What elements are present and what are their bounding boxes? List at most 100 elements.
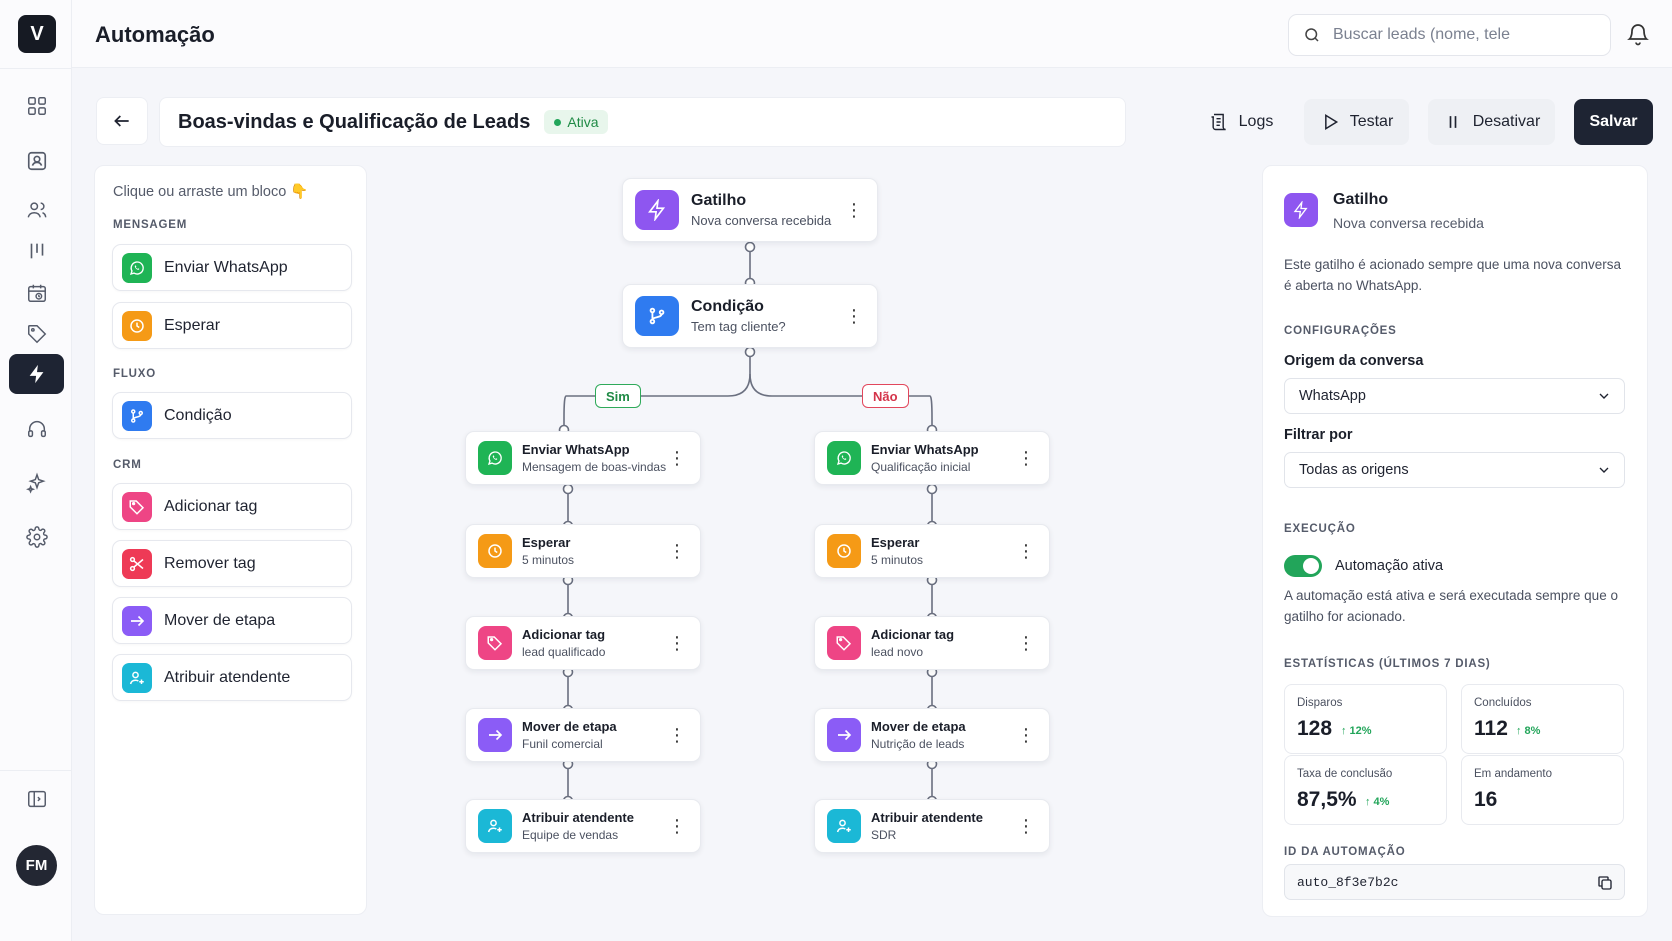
clock-icon [827,534,861,568]
section-id: ID DA AUTOMAÇÃO [1284,846,1406,858]
pipeline-icon[interactable] [9,231,64,271]
more-icon[interactable]: ⋮ [1017,542,1035,560]
panel-subtitle: Nova conversa recebida [1333,215,1484,231]
node-yes-assign-agent[interactable]: Atribuir atendente Equipe de vendas ⋮ [465,799,701,853]
more-icon[interactable]: ⋮ [1017,449,1035,467]
deactivate-label: Desativar [1472,113,1541,130]
more-icon[interactable]: ⋮ [1017,726,1035,744]
palette-block-label: Atribuir atendente [164,668,291,686]
bell-icon[interactable] [1626,22,1650,46]
app-logo[interactable]: V [18,15,56,53]
automation-name-field[interactable]: Boas-vindas e Qualificação de Leads Ativ… [159,97,1126,147]
toggle-label: Automação ativa [1335,558,1444,574]
logs-button[interactable]: Logs [1200,99,1282,145]
stats-grid: Disparos 128 ↑ 12% Concluídos 112 ↑ 8% Tax… [1284,684,1625,829]
filter-select[interactable]: Todas as origens [1284,452,1625,488]
automation-id: auto_8f3e7b2c [1297,874,1399,890]
tag-icon[interactable] [9,314,64,354]
panel-description: Este gatilho é acionado sempre que uma n… [1284,257,1621,293]
save-button[interactable]: Salvar [1574,99,1653,145]
node-yes-send-whatsapp[interactable]: Enviar WhatsApp Mensagem de boas-vindas ⋮ [465,431,701,485]
node-title: Adicionar tag [522,627,606,642]
chevron-down-icon [1599,393,1609,399]
stat-delta-value: 8% [1524,725,1541,737]
user-plus-icon [122,662,152,693]
palette-block-remove-tag[interactable]: Remover tag [112,540,352,587]
node-yes-add-tag[interactable]: Adicionar tag lead qualificado ⋮ [465,616,701,670]
sparkles-icon[interactable] [9,463,64,503]
palette-block-assign-agent[interactable]: Atribuir atendente [112,654,352,701]
more-icon[interactable]: ⋮ [845,307,863,325]
node-no-move-stage[interactable]: Mover de etapa Nutrição de leads ⋮ [814,708,1050,762]
stat-value: 112 [1474,717,1508,740]
node-subtitle: Funil comercial [522,737,603,751]
arrow-right-icon [122,605,152,636]
users-icon[interactable] [9,190,64,230]
stat-delta: ↑ 12% [1341,725,1372,737]
flow-canvas[interactable]: Gatilho Nova conversa recebida ⋮ Condiçã… [380,160,1250,920]
node-title: Esperar [522,535,571,550]
origin-select[interactable]: WhatsApp [1284,378,1625,414]
more-icon[interactable]: ⋮ [1017,817,1035,835]
tag-icon [478,626,512,660]
palette-block-condition[interactable]: Condição [112,392,352,439]
palette-block-wait[interactable]: Esperar [112,302,352,349]
stat-label: Disparos [1297,697,1343,709]
play-icon [1324,113,1338,131]
dashboard-icon[interactable] [9,86,64,126]
more-icon[interactable]: ⋮ [1017,634,1035,652]
palette-block-send-whatsapp[interactable]: Enviar WhatsApp [112,244,352,291]
node-no-send-whatsapp[interactable]: Enviar WhatsApp Qualificação inicial ⋮ [814,431,1050,485]
search-input[interactable] [1333,26,1573,44]
status-badge: Ativa [544,110,609,134]
node-condition[interactable]: Condição Tem tag cliente? ⋮ [622,284,878,348]
more-icon[interactable]: ⋮ [668,449,686,467]
user-plus-icon [827,809,861,843]
more-icon[interactable]: ⋮ [668,726,686,744]
node-subtitle: Mensagem de boas-vindas [522,460,667,474]
user-avatar[interactable]: FM [16,845,57,886]
branch-icon [122,400,152,431]
calendar-icon[interactable] [9,273,64,313]
node-subtitle: lead novo [871,645,924,659]
node-no-wait[interactable]: Esperar 5 minutos ⋮ [814,524,1050,578]
deactivate-button[interactable]: Desativar [1428,99,1555,145]
stat-label: Em andamento [1474,768,1552,780]
automation-icon[interactable] [9,354,64,394]
automation-toggle[interactable] [1284,555,1322,577]
copy-icon[interactable] [1596,874,1614,892]
panel-title: Gatilho [1333,191,1389,208]
node-subtitle: Nutrição de leads [871,737,965,751]
page-title: Automação [95,22,215,47]
status-label: Ativa [567,114,599,130]
node-title: Mover de etapa [871,719,966,734]
branch-no-label: Não [862,384,909,408]
more-icon[interactable]: ⋮ [845,201,863,219]
contacts-icon[interactable] [9,141,64,181]
back-button[interactable] [96,97,148,145]
node-trigger[interactable]: Gatilho Nova conversa recebida ⋮ [622,178,878,242]
node-title: Atribuir atendente [522,810,634,825]
palette-block-move-stage[interactable]: Mover de etapa [112,597,352,644]
save-label: Salvar [1589,113,1638,130]
more-icon[interactable]: ⋮ [668,817,686,835]
node-no-add-tag[interactable]: Adicionar tag lead novo ⋮ [814,616,1050,670]
search-box[interactable] [1288,14,1611,56]
whatsapp-icon [827,441,861,475]
test-button[interactable]: Testar [1304,99,1409,145]
more-icon[interactable]: ⋮ [668,634,686,652]
arrow-up-icon: ↑ [1365,796,1371,808]
node-no-assign-agent[interactable]: Atribuir atendente SDR ⋮ [814,799,1050,853]
arrow-left-icon [114,115,129,127]
node-yes-wait[interactable]: Esperar 5 minutos ⋮ [465,524,701,578]
collapse-sidebar-icon[interactable] [9,779,64,819]
automation-id-field[interactable]: auto_8f3e7b2c [1284,864,1625,900]
node-title: Enviar WhatsApp [871,442,979,457]
support-icon[interactable] [9,409,64,449]
more-icon[interactable]: ⋮ [668,542,686,560]
node-yes-move-stage[interactable]: Mover de etapa Funil comercial ⋮ [465,708,701,762]
test-label: Testar [1349,113,1394,130]
palette-block-add-tag[interactable]: Adicionar tag [112,483,352,530]
gear-icon[interactable] [9,517,64,557]
section-config: CONFIGURAÇÕES [1284,325,1397,337]
